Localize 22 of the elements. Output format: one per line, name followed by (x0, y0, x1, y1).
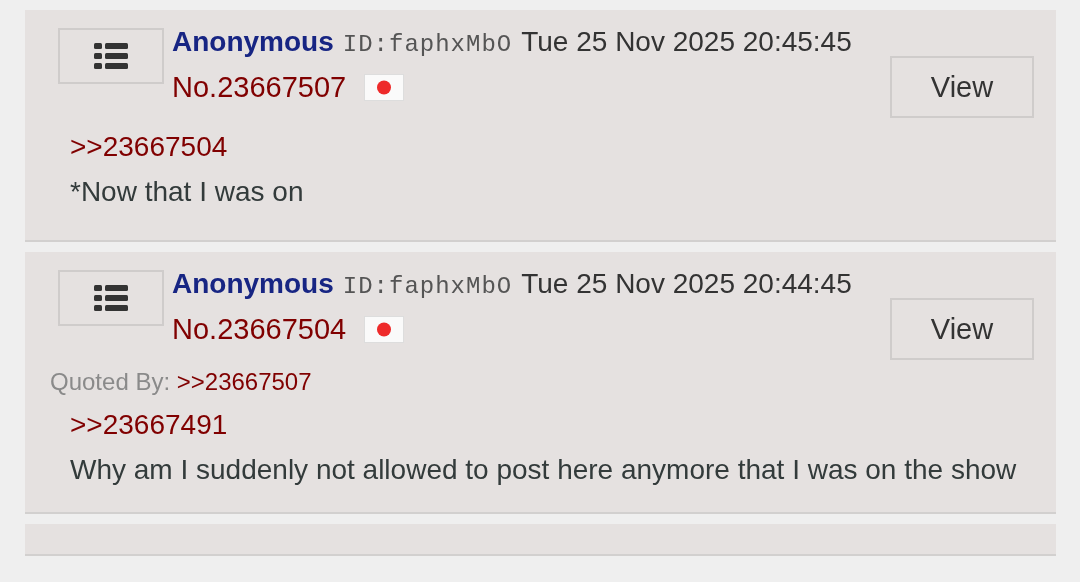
post-number[interactable]: No.23667507 (172, 70, 347, 104)
post-text: *Now that I was on (70, 175, 305, 209)
poster-name: Anonymous (172, 26, 334, 58)
poster-name: Anonymous (172, 268, 334, 300)
menu-button[interactable] (58, 28, 164, 84)
quote-link[interactable]: >>23667504 (70, 124, 1034, 169)
poster-id: ID:faphxMbO (342, 273, 513, 300)
post-date: Tue 25 Nov 2025 20:44:45 (521, 268, 852, 300)
view-button[interactable]: View (890, 56, 1034, 118)
post-date: Tue 25 Nov 2025 20:45:45 (521, 26, 852, 58)
list-icon (94, 43, 128, 69)
quote-link[interactable]: >>23667491 (70, 402, 1034, 447)
quoted-by-label: Quoted By: (50, 368, 171, 395)
poster-id: ID:faphxMbO (342, 31, 513, 58)
quote-link[interactable]: >>23667507 (176, 368, 312, 395)
flag-icon (364, 73, 405, 101)
list-icon (94, 285, 128, 311)
menu-button[interactable] (58, 270, 164, 326)
post-text: Why am I suddenly not allowed to post here anymore that I was on the show (70, 453, 1018, 487)
view-button[interactable]: View (890, 298, 1034, 360)
post-number[interactable]: No.23667504 (172, 312, 347, 346)
flag-icon (364, 315, 405, 343)
